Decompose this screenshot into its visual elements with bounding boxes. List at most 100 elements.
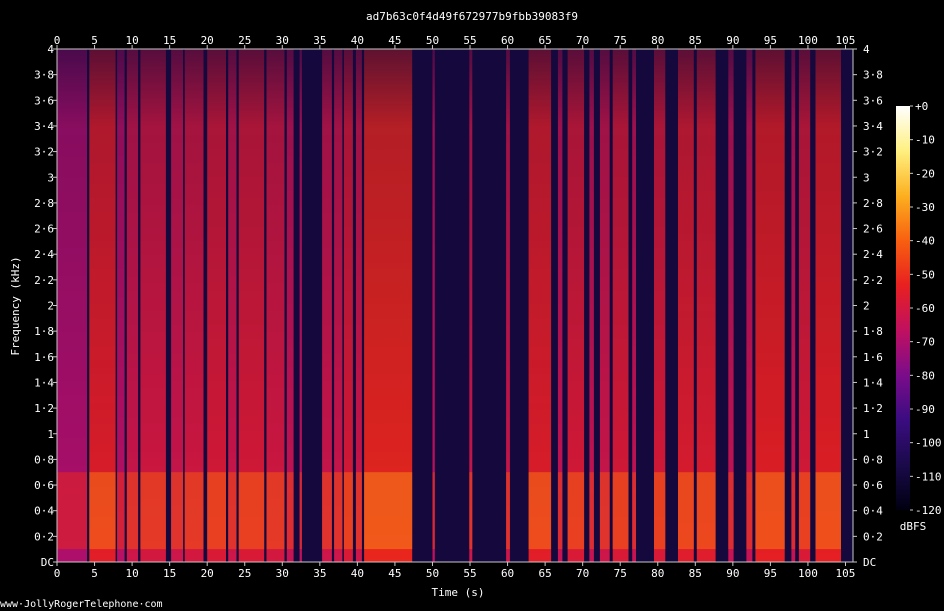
y-tick-label-left: 2·6 <box>34 223 54 236</box>
x-tick-label-top: 70 <box>576 34 589 47</box>
colorbar-tick-label: -40 <box>915 235 935 248</box>
colorbar-tick-label: +0 <box>915 100 928 113</box>
y-tick-label-right: 0·8 <box>863 453 883 466</box>
y-tick-label-left: 2·8 <box>34 197 54 210</box>
x-tick-label-bottom: 50 <box>426 567 439 580</box>
low-band-8 <box>228 472 237 550</box>
colorbar-label: dBFS <box>900 520 927 533</box>
colorbar-tick-label: -100 <box>915 437 942 450</box>
y-tick-label-left: DC <box>41 556 54 569</box>
y-tick-label-right: 2 <box>863 300 870 313</box>
x-tick-label-bottom: 60 <box>501 567 514 580</box>
low-band-7 <box>207 472 226 550</box>
colorbar-tick-label: -70 <box>915 336 935 349</box>
low-band-9 <box>238 472 265 550</box>
low-band-4 <box>140 472 166 550</box>
y-tick-label-right: 0·6 <box>863 479 883 492</box>
x-tick-label-bottom: 35 <box>313 567 326 580</box>
x-axis-label: Time (s) <box>432 586 485 599</box>
x-tick-label-bottom: 70 <box>576 567 589 580</box>
y-tick-label-right: DC <box>863 556 876 569</box>
y-tick-label-left: 3 <box>47 171 54 184</box>
low-band-25 <box>599 472 610 550</box>
low-band-21 <box>528 472 552 550</box>
x-tick-label-top: 65 <box>538 34 551 47</box>
x-tick-label-top: 100 <box>798 34 818 47</box>
low-band-5 <box>171 472 184 550</box>
y-tick-label-right: 2·8 <box>863 197 883 210</box>
x-tick-label-bottom: 10 <box>125 567 138 580</box>
y-tick-label-right: 0·2 <box>863 530 883 543</box>
colorbar-tick-label: -60 <box>915 302 935 315</box>
colorbar-tick-label: -110 <box>915 470 942 483</box>
low-band-23 <box>567 472 585 550</box>
x-tick-label-bottom: 65 <box>538 567 551 580</box>
low-band-28 <box>654 472 666 550</box>
y-tick-label-right: 1·8 <box>863 325 883 338</box>
y-tick-label-left: 0·8 <box>34 453 54 466</box>
x-tick-label-top: 45 <box>388 34 401 47</box>
x-tick-label-top: 40 <box>351 34 364 47</box>
y-tick-label-left: 2 <box>47 300 54 313</box>
low-band-10 <box>266 472 285 550</box>
low-band-29 <box>678 472 694 550</box>
low-band-31 <box>728 472 734 550</box>
y-tick-label-right: 3 <box>863 171 870 184</box>
x-tick-label-bottom: 100 <box>798 567 818 580</box>
y-tick-label-right: 1·2 <box>863 402 883 415</box>
y-tick-label-right: 2·2 <box>863 274 883 287</box>
y-tick-label-left: 1 <box>47 428 54 441</box>
y-tick-label-right: 1·6 <box>863 351 883 364</box>
spectrogram-chart: ad7b63c0f4d49f672977b9fbb39083f9 0 5 10 15 2… <box>9 10 942 599</box>
low-band-14 <box>334 472 343 550</box>
colorbar-tick-label: -30 <box>915 201 935 214</box>
x-tick-label-bottom: 0 <box>54 567 61 580</box>
y-tick-label-right: 3·4 <box>863 120 883 133</box>
x-tick-label-bottom: 20 <box>201 567 214 580</box>
y-tick-label-left: 3·2 <box>34 146 54 159</box>
y-tick-label-left: 1·6 <box>34 351 54 364</box>
y-tick-label-right: 1 <box>863 428 870 441</box>
low-band-15 <box>343 472 353 550</box>
x-tick-label-top: 50 <box>426 34 439 47</box>
y-tick-label-right: 3·6 <box>863 94 883 107</box>
low-band-0 <box>57 472 87 550</box>
low-band-32 <box>746 472 753 550</box>
x-tick-label-bottom: 85 <box>689 567 702 580</box>
y-tick-label-right: 3·8 <box>863 69 883 82</box>
colorbar-tick-label: -20 <box>915 167 935 180</box>
plot-area <box>57 49 853 562</box>
x-tick-label-top: 80 <box>651 34 664 47</box>
colorbar <box>896 106 910 510</box>
low-band-13 <box>322 472 332 550</box>
x-tick-label-top: 105 <box>836 34 856 47</box>
y-tick-label-right: 1·4 <box>863 376 883 389</box>
x-tick-label-bottom: 55 <box>463 567 476 580</box>
x-tick-label-bottom: 105 <box>836 567 856 580</box>
y-tick-label-left: 3·4 <box>34 120 54 133</box>
colorbar-tick-label: -50 <box>915 268 935 281</box>
colorbar-tick-label: -90 <box>915 403 935 416</box>
y-tick-label-left: 0·2 <box>34 530 54 543</box>
low-band-27 <box>632 472 636 550</box>
x-tick-label-bottom: 75 <box>614 567 627 580</box>
low-band-20 <box>506 472 510 550</box>
x-tick-label-top: 30 <box>276 34 289 47</box>
y-tick-label-right: 2·6 <box>863 223 883 236</box>
y-tick-label-left: 0·4 <box>34 505 54 518</box>
x-tick-label-bottom: 90 <box>726 567 739 580</box>
low-band-18 <box>432 472 435 550</box>
y-tick-label-left: 3·6 <box>34 94 54 107</box>
low-band-26 <box>612 472 629 550</box>
x-tick-label-bottom: 80 <box>651 567 664 580</box>
x-tick-label-top: 90 <box>726 34 739 47</box>
x-tick-label-top: 75 <box>614 34 627 47</box>
low-band-12 <box>299 472 302 550</box>
y-tick-label-left: 2·2 <box>34 274 54 287</box>
low-band-19 <box>469 472 473 550</box>
low-band-6 <box>184 472 204 550</box>
x-tick-label-top: 55 <box>463 34 476 47</box>
x-tick-label-top: 5 <box>91 34 98 47</box>
y-tick-label-right: 3·2 <box>863 146 883 159</box>
low-band-17 <box>364 472 413 550</box>
